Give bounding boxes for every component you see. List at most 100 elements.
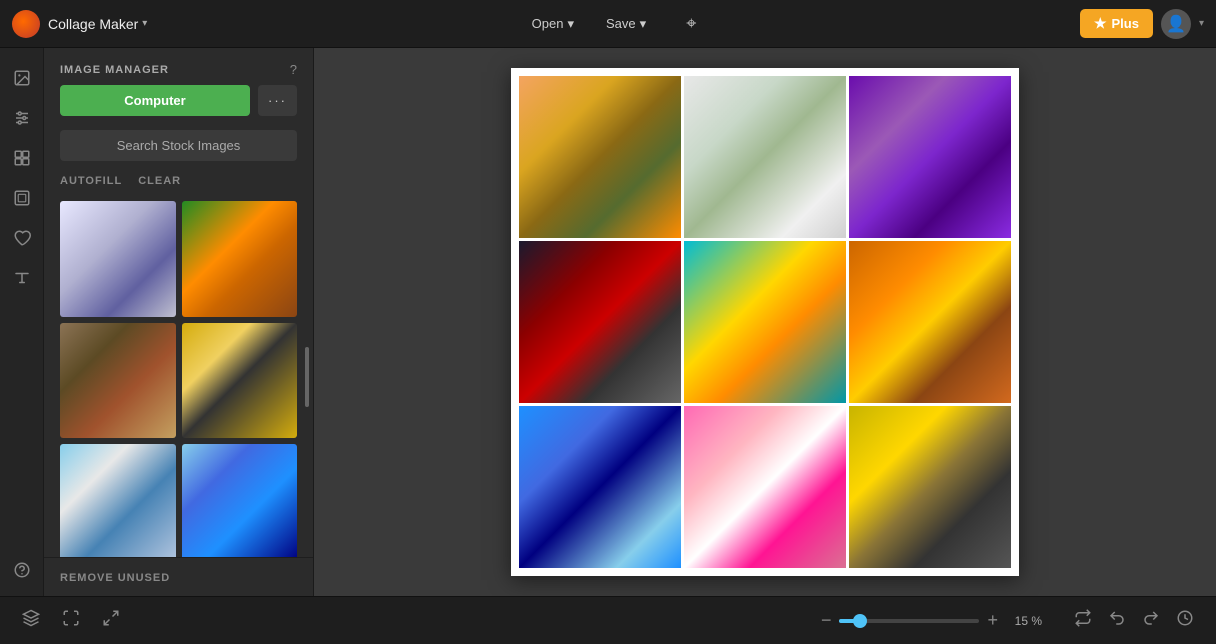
zoom-thumb [853,614,867,628]
collage-image-4 [519,241,681,403]
panel-header: IMAGE MANAGER ? [44,48,313,85]
computer-button[interactable]: Computer [60,85,250,116]
zoom-out-button[interactable]: − [821,610,832,631]
collage-cell-1[interactable] [519,76,681,238]
redo-svg [1142,609,1160,627]
canvas-area [314,48,1216,596]
adjust-icon [13,109,31,127]
collage-cell-7[interactable] [519,406,681,568]
sidebar-item-adjust[interactable] [4,100,40,136]
remove-unused-row: REMOVE UNUSED [44,557,313,596]
remove-unused-button[interactable]: REMOVE UNUSED [60,572,170,584]
more-button[interactable]: ··· [258,85,297,116]
redo-icon[interactable] [1136,605,1166,636]
plus-button[interactable]: ★ Plus [1080,9,1153,38]
scroll-indicator [305,347,309,407]
collage-cell-5[interactable] [684,241,846,403]
collage-cell-9[interactable] [849,406,1011,568]
panel-image-5[interactable] [60,444,176,557]
star-icon: ★ [1094,15,1107,32]
zoom-in-button[interactable]: + [987,610,998,631]
collage-cell-8[interactable] [684,406,846,568]
replace-svg [1074,609,1092,627]
sidebar-item-text[interactable] [4,260,40,296]
fullscreen-svg [62,609,80,627]
collage-image-2 [684,76,846,238]
replace-icon[interactable] [1068,605,1098,636]
layers-svg [22,609,40,627]
zoom-controls: − + 15 % [821,610,1042,631]
save-label: Save [606,16,636,31]
icon-sidebar [0,48,44,596]
panel-image-6[interactable] [182,444,298,557]
sidebar-item-image[interactable] [4,60,40,96]
collage-cell-2[interactable] [684,76,846,238]
app-name-chevron: ▾ [142,18,147,29]
collage-image-6 [849,241,1011,403]
sidebar-item-frame[interactable] [4,180,40,216]
topbar-center: Open ▾ Save ▾ ⌖ [520,11,697,37]
app-logo [12,10,40,38]
resize-svg [102,609,120,627]
undo-svg [1108,609,1126,627]
resize-icon[interactable] [96,605,126,636]
canvas-wrapper [511,68,1019,576]
panel-image-grid [44,197,313,557]
avatar[interactable]: 👤 [1161,9,1191,39]
avatar-chevron[interactable]: ▾ [1199,18,1204,29]
topbar-right: ★ Plus 👤 ▾ [1080,9,1204,39]
collage-image-3 [849,76,1011,238]
app-name[interactable]: Collage Maker ▾ [48,16,147,32]
sidebar-item-favorite[interactable] [4,220,40,256]
heart-icon [13,229,31,247]
app-name-label: Collage Maker [48,16,138,32]
text-icon [13,269,31,287]
panel-help-icon[interactable]: ? [290,62,297,77]
collage-image-1 [519,76,681,238]
fullscreen-icon[interactable] [56,605,86,636]
open-button[interactable]: Open ▾ [520,11,586,37]
bottom-bar: − + 15 % [0,596,1216,644]
clear-button[interactable]: CLEAR [138,175,181,187]
open-chevron: ▾ [567,16,574,32]
autofill-button[interactable]: AUTOFILL [60,175,122,187]
collage-image-9 [849,406,1011,568]
layers-icon[interactable] [16,605,46,636]
left-panel: IMAGE MANAGER ? Computer ··· Search Stoc… [44,48,314,596]
collage-image-7 [519,406,681,568]
panel-title: IMAGE MANAGER [60,64,169,76]
zoom-slider[interactable] [839,619,979,623]
history-svg [1176,609,1194,627]
image-icon [13,69,31,87]
save-button[interactable]: Save ▾ [594,11,658,37]
sidebar-item-layout[interactable] [4,140,40,176]
collage-image-5 [684,241,846,403]
collage-image-8 [684,406,846,568]
main-area: IMAGE MANAGER ? Computer ··· Search Stoc… [0,48,1216,596]
sidebar-item-help[interactable] [4,552,40,588]
autofill-row: AUTOFILL CLEAR [44,171,313,197]
avatar-icon: 👤 [1166,14,1186,34]
zoom-level: 15 % [1006,614,1042,628]
layout-icon [13,149,31,167]
search-bar[interactable]: Search Stock Images [60,130,297,161]
open-label: Open [532,16,564,31]
plus-label: Plus [1112,16,1139,31]
save-chevron: ▾ [640,16,647,32]
panel-buttons: Computer ··· [44,85,313,126]
collage-cell-6[interactable] [849,241,1011,403]
frame-icon [13,189,31,207]
cursor-icon: ⌖ [686,13,696,34]
collage-cell-3[interactable] [849,76,1011,238]
panel-image-4[interactable] [182,323,298,439]
undo-icon[interactable] [1102,605,1132,636]
collage-cell-4[interactable] [519,241,681,403]
panel-image-1[interactable] [60,201,176,317]
panel-image-2[interactable] [182,201,298,317]
topbar: Collage Maker ▾ Open ▾ Save ▾ ⌖ ★ Plus 👤… [0,0,1216,48]
panel-image-3[interactable] [60,323,176,439]
history-icon[interactable] [1170,605,1200,636]
help-icon [13,561,31,579]
bottom-right-icons [1068,605,1200,636]
collage-grid [519,76,1011,568]
